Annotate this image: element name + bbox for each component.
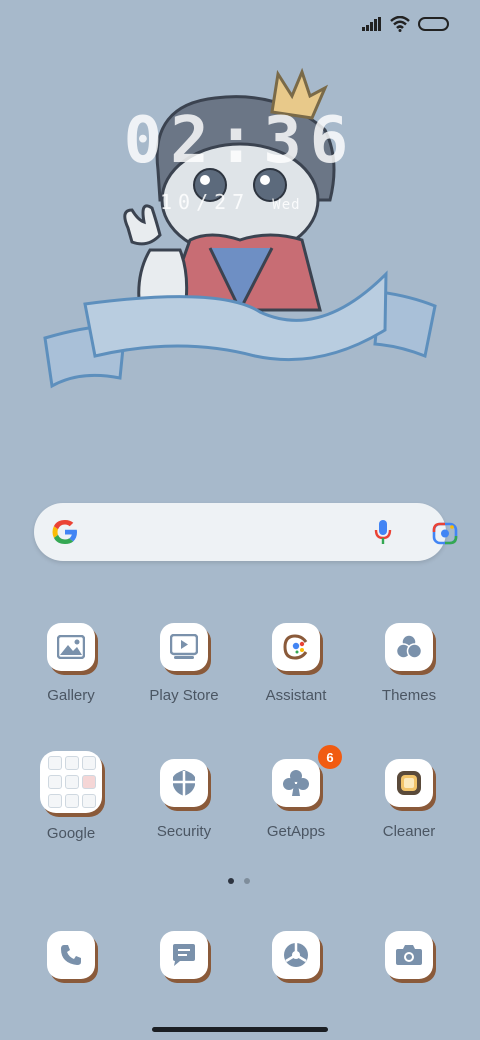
notification-badge: 6: [318, 745, 342, 769]
google-lens-icon[interactable]: [432, 521, 458, 545]
signal-icon: [362, 17, 381, 31]
dock-browser[interactable]: [241, 931, 351, 979]
themes-icon: [385, 623, 433, 671]
clock-time[interactable]: 02:36: [0, 104, 480, 178]
status-bar: [362, 16, 450, 32]
app-folder-google[interactable]: Google: [16, 751, 126, 842]
app-label: Gallery: [47, 687, 95, 704]
clock-date[interactable]: 10/27 Wed: [160, 190, 301, 214]
app-cleaner[interactable]: Cleaner: [354, 759, 464, 840]
app-label: Themes: [381, 687, 437, 704]
app-play-store[interactable]: Play Store: [129, 623, 239, 704]
dock-messages[interactable]: [129, 931, 239, 979]
home-gesture-bar[interactable]: [152, 1027, 328, 1032]
app-label: Assistant: [265, 687, 327, 704]
page-indicator[interactable]: [228, 878, 250, 884]
security-icon: [160, 759, 208, 807]
browser-icon: [272, 931, 320, 979]
app-label: Security: [156, 823, 212, 840]
app-label: GetApps: [266, 823, 326, 840]
messages-icon: [160, 931, 208, 979]
clock-date-text: 10/27: [160, 190, 251, 214]
phone-icon: [47, 931, 95, 979]
play-store-icon: [160, 623, 208, 671]
camera-icon: [385, 931, 433, 979]
page-dot-2[interactable]: [244, 878, 250, 884]
wifi-icon: [390, 16, 410, 32]
app-security[interactable]: Security: [129, 759, 239, 840]
microphone-icon[interactable]: [374, 519, 392, 545]
dock-phone[interactable]: [16, 931, 126, 979]
app-themes[interactable]: Themes: [354, 623, 464, 704]
google-folder-icon: [40, 751, 102, 813]
battery-icon: [418, 17, 449, 31]
getapps-icon: 6: [272, 745, 342, 807]
gallery-icon: [47, 623, 95, 671]
assistant-icon: [272, 623, 320, 671]
app-assistant[interactable]: Assistant: [241, 623, 351, 704]
cleaner-icon: [385, 759, 433, 807]
page-dot-1[interactable]: [228, 878, 234, 884]
app-gallery[interactable]: Gallery: [16, 623, 126, 704]
app-label: Cleaner: [382, 823, 436, 840]
dock-camera[interactable]: [354, 931, 464, 979]
google-g-icon: [52, 520, 77, 544]
clock-day-text: Wed: [272, 197, 301, 213]
app-label: Play Store: [149, 687, 219, 704]
app-label: Google: [46, 825, 96, 842]
google-search-bar[interactable]: [34, 503, 458, 561]
app-getapps[interactable]: 6 GetApps: [241, 745, 351, 840]
